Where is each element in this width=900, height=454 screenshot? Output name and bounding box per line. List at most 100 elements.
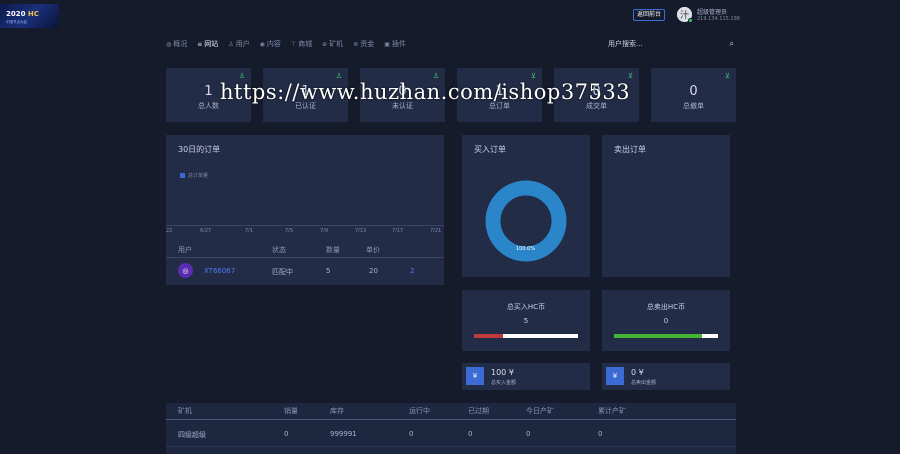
logo-year: 2020 HC xyxy=(6,10,39,18)
miners-col-header: 已过期 xyxy=(468,407,489,415)
orders-chart-title: 30日的订单 xyxy=(178,145,221,154)
brand-logo[interactable]: 2020 HC 中国节点大会 xyxy=(0,4,59,28)
order-table-divider xyxy=(166,257,444,258)
cart-icon: ⊻ xyxy=(627,72,633,80)
miners-col-header: 库存 xyxy=(330,407,344,415)
chart-x-axis xyxy=(166,225,444,226)
nav-label: 网站 xyxy=(204,40,219,48)
sell-total-bar-fill xyxy=(614,334,703,338)
sell-total-title: 总卖出HC币 xyxy=(646,303,686,311)
chart-legend[interactable]: 总订单量 xyxy=(180,172,208,179)
sell-total-value: 0 xyxy=(663,317,669,325)
buy-amount-card: ¥ 100 ¥ 总买入金额 xyxy=(462,363,590,390)
buy-total-value: 5 xyxy=(523,317,529,325)
user-icon: ♙ xyxy=(238,72,245,80)
order-col-header: 单价 xyxy=(366,246,380,254)
cart-icon: ⊻ xyxy=(724,72,730,80)
sell-orders-panel: 卖出订单 xyxy=(602,135,730,277)
back-to-frontend-button[interactable]: 返回前台 xyxy=(633,9,665,21)
miners-cell: 0 xyxy=(284,430,289,438)
nav-item-7[interactable]: ▣ 插件 xyxy=(384,39,406,49)
sell-total-panel: 总卖出HC币 0 xyxy=(602,290,730,351)
buy-total-bar xyxy=(474,334,578,338)
legend-swatch xyxy=(180,173,185,178)
nav-label: 概况 xyxy=(173,40,188,48)
coin-avatar: ◎ xyxy=(178,263,193,278)
order-col-header: 数量 xyxy=(326,246,340,254)
x-tick-label: 7/21 xyxy=(430,228,442,234)
legend-label: 总订单量 xyxy=(188,173,209,179)
nav-icon: ◍ xyxy=(166,40,172,48)
sell-orders-title: 卖出订单 xyxy=(614,145,646,154)
nav-label: 矿机 xyxy=(329,40,344,48)
buy-total-title: 总买入HC币 xyxy=(506,303,546,311)
miners-cell: 0 xyxy=(468,430,473,438)
miners-col-header: 今日产矿 xyxy=(526,407,554,415)
order-col-header: 状态 xyxy=(272,246,286,254)
nav-label: 内容 xyxy=(266,40,281,48)
yen-icon: ¥ xyxy=(466,367,484,385)
nav-icon: ♙ xyxy=(228,40,234,48)
order-price: 20 xyxy=(369,267,378,275)
order-user-link[interactable]: XT66067 xyxy=(204,267,235,275)
nav-label: 插件 xyxy=(391,40,406,48)
nav-icon: ◉ xyxy=(259,40,265,48)
miners-cell: 0 xyxy=(598,430,603,438)
user-name: 超级管理员 xyxy=(697,9,728,16)
nav-item-6[interactable]: ⊛ 资金 xyxy=(353,39,374,49)
buy-amount-value: 100 ¥ xyxy=(491,368,514,377)
logo-subtitle: 中国节点大会 xyxy=(6,20,27,24)
buy-amount-label: 总买入金额 xyxy=(491,380,517,386)
miners-col-header: 累计产矿 xyxy=(598,407,626,415)
x-tick-label: 7/9 xyxy=(320,228,329,234)
donut-percent-label: 100.0% xyxy=(516,246,536,252)
miners-col-header: 运行中 xyxy=(409,407,430,415)
online-status-dot xyxy=(688,18,693,23)
order-status: 匹配中 xyxy=(272,268,293,276)
nav-item-4[interactable]: ⊤ 商城 xyxy=(291,39,312,49)
cart-icon: ⊻ xyxy=(530,72,536,80)
nav-icon: ≡ xyxy=(197,40,203,48)
search-input[interactable] xyxy=(608,40,718,48)
user-icon: ♙ xyxy=(335,72,342,80)
buy-total-panel: 总买入HC币 5 xyxy=(462,290,590,351)
nav-icon: ⊤ xyxy=(290,40,297,48)
search-icon[interactable]: ⌕ xyxy=(730,39,734,49)
buy-total-bar-fill xyxy=(474,334,504,338)
order-qty: 5 xyxy=(326,267,331,275)
x-tick-label: 7/13 xyxy=(355,228,367,234)
stat-value: 0 xyxy=(689,84,698,99)
sell-amount-value: 0 ¥ xyxy=(631,368,644,377)
orders-chart-panel: 30日的订单 xyxy=(166,135,444,285)
x-tick-label: 6/27 xyxy=(200,228,212,234)
watermark-text: https://www.huzhan.com/ishop37533 xyxy=(220,80,631,104)
nav-item-3[interactable]: ◉ 内容 xyxy=(260,39,281,49)
sell-amount-label: 总卖出金额 xyxy=(631,380,657,386)
miners-cell: 四级超级 xyxy=(178,431,206,439)
miners-cell: 999991 xyxy=(330,430,357,438)
nav-icon: ⊕ xyxy=(322,40,328,48)
nav-item-0[interactable]: ◍ 概况 xyxy=(166,39,187,49)
buy-orders-panel: 买入订单 xyxy=(462,135,590,277)
order-action-link[interactable]: 2 xyxy=(410,267,414,275)
yen-icon: ¥ xyxy=(606,367,624,385)
stat-label: 总撤单 xyxy=(683,102,704,110)
nav-item-1[interactable]: ≡ 网站 xyxy=(197,39,218,49)
sell-amount-card: ¥ 0 ¥ 总卖出金额 xyxy=(602,363,730,390)
user-ip: 219.134.115.198 xyxy=(697,16,740,22)
miners-row-divider xyxy=(166,446,736,447)
donut-ring xyxy=(485,180,567,262)
user-icon: ♙ xyxy=(432,72,439,80)
nav-label: 资金 xyxy=(360,40,375,48)
nav-label: 商城 xyxy=(298,40,313,48)
x-tick-label: 7/17 xyxy=(392,228,404,234)
miners-cell: 0 xyxy=(409,430,414,438)
sell-total-bar xyxy=(614,334,718,338)
nav-item-5[interactable]: ⊕ 矿机 xyxy=(322,39,343,49)
miners-cell: 0 xyxy=(526,430,531,438)
nav-item-2[interactable]: ♙ 用户 xyxy=(228,39,249,49)
buy-orders-title: 买入订单 xyxy=(474,145,506,154)
x-tick-label: 7/5 xyxy=(285,228,294,234)
user-search: ⌕ xyxy=(608,38,734,50)
miners-col-header: 销量 xyxy=(284,407,298,415)
